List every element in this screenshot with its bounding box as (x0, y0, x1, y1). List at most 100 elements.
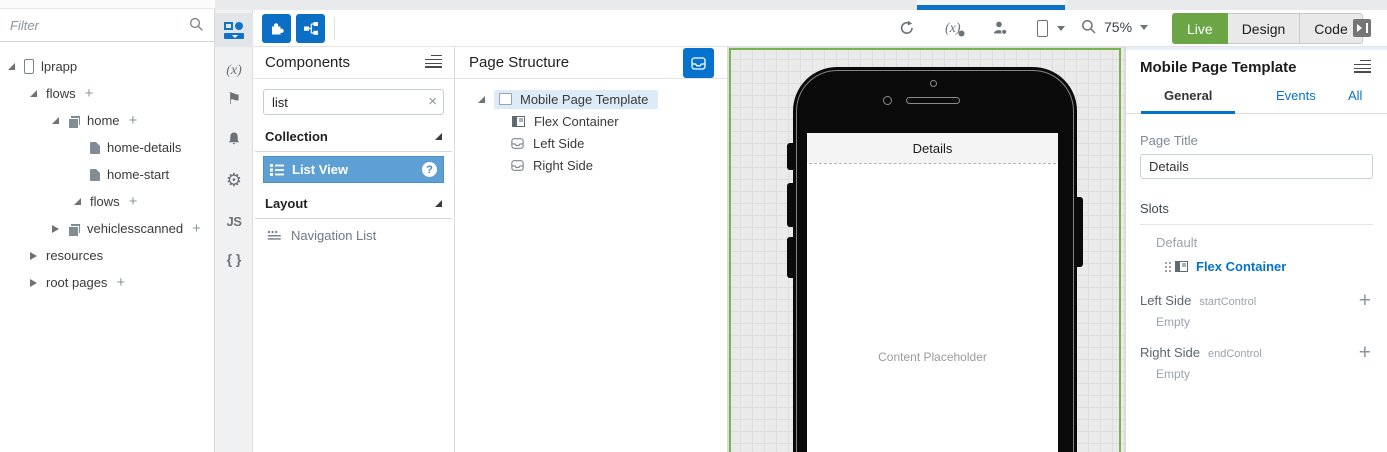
components-tab-button[interactable] (262, 14, 291, 43)
clear-search-icon[interactable]: × (428, 93, 437, 110)
section-header-layout[interactable]: Layout (255, 196, 452, 219)
user-audit-icon[interactable] (991, 19, 1009, 37)
component-item-navigation-list[interactable]: Navigation List (253, 219, 454, 252)
tab-events[interactable]: Events (1276, 88, 1316, 103)
components-panel: Components × Collection List View ? Layo… (253, 47, 455, 452)
right-side-slot-label: Right Side (1140, 345, 1200, 360)
structure-item-right-side[interactable]: Right Side (455, 154, 727, 176)
live-mode-button[interactable]: Live (1172, 13, 1228, 44)
chevron-down-icon (1057, 26, 1065, 31)
add-icon[interactable]: + (116, 275, 125, 290)
left-side-slot-label: Left Side (1140, 293, 1192, 308)
settings-icon[interactable]: ⚙ (215, 169, 253, 191)
caret-collapsed-icon[interactable] (30, 251, 37, 260)
structure-item-mobile-page-template[interactable]: Mobile Page Template (455, 88, 727, 110)
phone-volume-down-button (787, 237, 793, 278)
tree-item-lprapp[interactable]: lprapp (0, 53, 214, 80)
tree-item-flows-nested[interactable]: flows + (0, 188, 214, 215)
add-icon[interactable]: + (129, 113, 138, 128)
flow-stack-icon (68, 222, 81, 237)
structure-item-label: Right Side (533, 157, 593, 173)
structure-item-label: Flex Container (534, 113, 619, 129)
right-side-control-name: endControl (1207, 348, 1262, 360)
slot-tray-icon (511, 159, 524, 171)
design-canvas[interactable]: Details Content Placeholder (728, 47, 1125, 452)
add-icon[interactable]: + (192, 221, 201, 236)
add-right-side-button[interactable]: + (1359, 341, 1371, 365)
device-selector[interactable] (1037, 20, 1065, 37)
drag-handle-icon[interactable] (1165, 261, 1167, 264)
panel-menu-icon[interactable] (425, 54, 442, 71)
inbox-icon (691, 56, 706, 70)
caret-collapsed-icon[interactable] (52, 224, 59, 233)
javascript-icon[interactable]: JS (215, 210, 253, 232)
caret-expanded-icon[interactable] (52, 117, 59, 124)
tree-item-flows[interactable]: flows + (0, 80, 214, 107)
slots-label: Slots (1140, 201, 1373, 225)
collapse-panel-icon[interactable] (1353, 19, 1371, 37)
tree-item-label: flows (46, 86, 76, 101)
refresh-icon[interactable] (898, 19, 916, 37)
design-mode-button[interactable]: Design (1227, 13, 1301, 44)
caret-expanded-icon[interactable] (74, 198, 81, 205)
right-side-slot-row: Right Side endControl + (1140, 341, 1373, 364)
properties-header: Mobile Page Template (1126, 50, 1387, 82)
properties-tabs: General Events All (1126, 82, 1387, 114)
tree-item-home-start[interactable]: home-start (0, 161, 214, 188)
default-slot-flex-container-link[interactable]: Flex Container (1165, 259, 1373, 274)
panel-menu-icon[interactable] (1354, 59, 1371, 76)
chevron-down-icon (1140, 24, 1149, 30)
caret-collapsed-icon[interactable] (30, 278, 37, 287)
caret-expanded-icon[interactable] (478, 95, 485, 103)
tab-general[interactable]: General (1164, 88, 1212, 103)
puzzle-icon (272, 23, 284, 35)
mobile-app-icon (24, 59, 34, 74)
bell-icon[interactable] (215, 128, 253, 150)
caret-expanded-icon[interactable] (8, 63, 15, 70)
structure-item-left-side[interactable]: Left Side (455, 132, 727, 154)
component-item-label: List View (292, 162, 349, 177)
add-icon[interactable]: + (85, 86, 94, 101)
help-icon[interactable]: ? (422, 162, 437, 177)
page-title-input[interactable] (1140, 154, 1373, 179)
page-structure-panel: Page Structure Mobile Page Template Flex… (455, 47, 728, 452)
page-structure-header: Page Structure (455, 47, 727, 79)
hierarchy-icon (303, 22, 318, 35)
app-navigator-panel: lprapp flows + home + home-details home-… (0, 9, 215, 452)
components-panel-header: Components (253, 47, 454, 79)
phone-speaker (906, 97, 960, 104)
tree-item-home-details[interactable]: home-details (0, 134, 214, 161)
variables-icon[interactable]: (x) (215, 60, 253, 82)
left-side-control-name: startControl (1199, 296, 1257, 308)
left-panel-top-strip (0, 0, 215, 9)
phone-camera-dot (930, 80, 937, 87)
filter-input[interactable] (0, 9, 214, 41)
add-left-side-button[interactable]: + (1359, 289, 1371, 313)
components-search-input[interactable] (263, 89, 444, 115)
tree-item-vehiclesscanned[interactable]: vehiclesscanned + (0, 215, 214, 242)
zoom-selector[interactable]: 75% (1081, 19, 1149, 35)
tree-item-resources[interactable]: resources (0, 242, 214, 269)
page-header[interactable]: Details (807, 133, 1058, 163)
json-icon[interactable]: { } (215, 248, 253, 270)
structure-tab-button[interactable] (296, 14, 325, 43)
caret-expanded-icon[interactable] (30, 90, 37, 97)
tree-item-home[interactable]: home + (0, 107, 214, 134)
archive-button[interactable] (683, 48, 714, 78)
tab-all[interactable]: All (1348, 88, 1362, 103)
left-side-slot-row: Left Side startControl + (1140, 289, 1373, 312)
tree-item-label: flows (90, 194, 120, 209)
search-icon (189, 17, 204, 32)
flag-icon[interactable]: ⚑ (215, 88, 253, 110)
list-view-icon (270, 163, 284, 176)
section-header-collection[interactable]: Collection (255, 129, 452, 152)
toolbar-divider (334, 17, 335, 40)
component-item-list-view[interactable]: List View ? (263, 156, 444, 183)
page-content-area[interactable]: Content Placeholder (809, 163, 1056, 452)
add-icon[interactable]: + (129, 194, 138, 209)
components-palette-icon[interactable] (215, 13, 253, 47)
tree-item-label: vehiclesscanned (87, 221, 184, 236)
structure-item-flex-container[interactable]: Flex Container (455, 110, 727, 132)
variables-badge-icon[interactable]: (x) (945, 21, 965, 37)
tree-item-root-pages[interactable]: root pages + (0, 269, 214, 296)
